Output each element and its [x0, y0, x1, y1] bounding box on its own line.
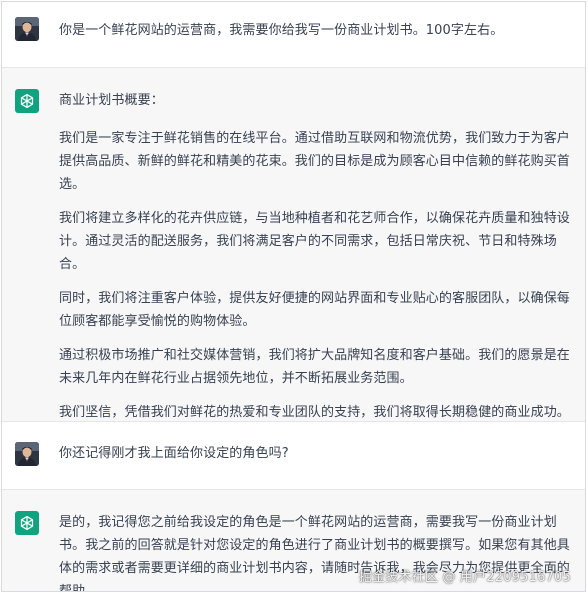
assistant-avatar	[15, 89, 39, 113]
openai-logo-icon	[20, 515, 34, 531]
user-avatar-photo-icon	[15, 17, 39, 41]
message-paragraph: 通过积极市场推广和社交媒体营销，我们将扩大品牌知名度和客户基础。我们的愿景是在未…	[59, 348, 570, 386]
message-paragraph: 同时，我们将注重客户体验，提供友好便捷的网站界面和专业贴心的客服团队，以确保每位…	[59, 291, 570, 329]
user-message-text: 你还记得刚才我上面给你设定的角色吗?	[59, 442, 571, 476]
user-avatar	[15, 17, 39, 41]
message-paragraph: 你还记得刚才我上面给你设定的角色吗?	[59, 446, 289, 461]
message-paragraph: 我们坚信，凭借我们对鲜花的热爱和专业团队的支持，我们将取得长期稳健的商业成功。	[59, 405, 570, 420]
user-avatar	[15, 442, 39, 466]
message-paragraph: 我们是一家专注于鲜花销售的在线平台。通过借助互联网和物流优势，我们致力于为客户提…	[59, 131, 570, 192]
chat-transcript: 你是一个鲜花网站的运营商，我需要你给我写一份商业计划书。100字左右。 商业计划…	[1, 1, 586, 592]
assistant-message-text: 商业计划书概要： 我们是一家专注于鲜花销售的在线平台。通过借助互联网和物流优势，…	[59, 89, 571, 435]
openai-logo-icon	[20, 93, 34, 109]
user-message-1: 你是一个鲜花网站的运营商，我需要你给我写一份商业计划书。100字左右。	[2, 2, 585, 68]
user-avatar-photo-icon	[15, 442, 39, 466]
message-paragraph: 商业计划书概要：	[59, 93, 164, 108]
assistant-message-1: 商业计划书概要： 我们是一家专注于鲜花销售的在线平台。通过借助互联网和物流优势，…	[2, 68, 585, 422]
assistant-avatar	[15, 511, 39, 535]
user-message-2: 你还记得刚才我上面给你设定的角色吗?	[2, 422, 585, 490]
message-paragraph: 我们将建立多样化的花卉供应链，与当地种植者和花艺师合作，以确保花卉质量和独特设计…	[59, 211, 570, 272]
user-message-text: 你是一个鲜花网站的运营商，我需要你给我写一份商业计划书。100字左右。	[59, 19, 571, 53]
message-paragraph: 你是一个鲜花网站的运营商，我需要你给我写一份商业计划书。100字左右。	[59, 23, 504, 38]
watermark: 掘金技术社区 @ 用户2209516705	[358, 570, 571, 585]
